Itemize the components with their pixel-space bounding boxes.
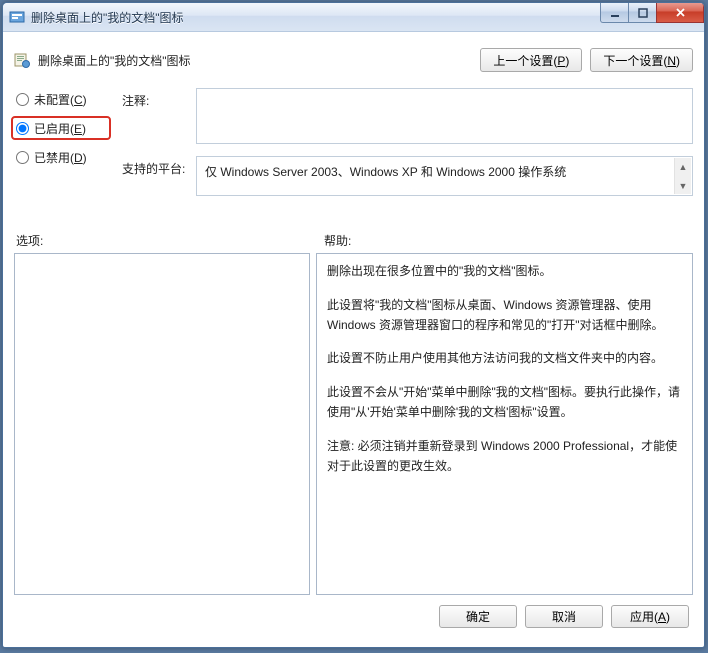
radio-not-configured[interactable]: 未配置(C) (14, 90, 108, 108)
platform-label: 支持的平台: (122, 156, 186, 177)
cancel-button[interactable]: 取消 (525, 605, 603, 628)
comment-input[interactable] (196, 88, 693, 144)
comment-row: 注释: (122, 88, 693, 144)
ok-button[interactable]: 确定 (439, 605, 517, 628)
header-row: 删除桌面上的"我的文档"图标 上一个设置(P) 下一个设置(N) (14, 42, 693, 78)
radio-disabled[interactable]: 已禁用(D) (14, 148, 108, 166)
options-label: 选项: (14, 232, 314, 249)
radio-not-configured-input[interactable] (16, 93, 29, 106)
help-paragraph: 此设置不会从"开始"菜单中删除"我的文档"图标。要执行此操作，请使用"从'开始'… (327, 383, 682, 423)
dialog-window: 删除桌面上的"我的文档"图标 删除桌面上的"我的文档"图标 上一个设置(P) 下… (2, 2, 705, 648)
section-labels: 选项: 帮助: (14, 232, 693, 249)
window-title: 删除桌面上的"我的文档"图标 (31, 9, 184, 26)
platform-row: 支持的平台: 仅 Windows Server 2003、Windows XP … (122, 156, 693, 196)
options-panel[interactable] (14, 253, 310, 595)
close-button[interactable] (656, 3, 704, 23)
help-paragraph: 此设置将"我的文档"图标从桌面、Windows 资源管理器、使用 Windows… (327, 296, 682, 336)
maximize-button[interactable] (628, 3, 657, 23)
radio-enabled-input[interactable] (16, 122, 29, 135)
minimize-button[interactable] (600, 3, 629, 23)
policy-icon (14, 52, 30, 68)
content-area: 删除桌面上的"我的文档"图标 上一个设置(P) 下一个设置(N) 未配置(C) … (3, 32, 704, 647)
help-label: 帮助: (314, 232, 693, 249)
help-panel[interactable]: 删除出现在很多位置中的"我的文档"图标。 此设置将"我的文档"图标从桌面、Win… (316, 253, 693, 595)
state-radios: 未配置(C) 已启用(E) 已禁用(D) (14, 88, 108, 196)
fields-column: 注释: 支持的平台: 仅 Windows Server 2003、Windows… (122, 88, 693, 196)
radio-enabled[interactable]: 已启用(E) (14, 119, 108, 137)
help-paragraph: 注意: 必须注销并重新登录到 Windows 2000 Professional… (327, 437, 682, 477)
next-setting-button[interactable]: 下一个设置(N) (590, 48, 693, 72)
titlebar[interactable]: 删除桌面上的"我的文档"图标 (3, 3, 704, 32)
apply-button[interactable]: 应用(A) (611, 605, 689, 628)
policy-title: 删除桌面上的"我的文档"图标 (38, 52, 191, 69)
dialog-footer: 确定 取消 应用(A) (14, 595, 693, 637)
platform-box: 仅 Windows Server 2003、Windows XP 和 Windo… (196, 156, 693, 196)
radio-disabled-input[interactable] (16, 151, 29, 164)
window-buttons (601, 3, 704, 23)
app-icon (9, 9, 25, 25)
platform-scrollbar[interactable]: ▲ ▼ (674, 158, 691, 194)
panels-row: 删除出现在很多位置中的"我的文档"图标。 此设置将"我的文档"图标从桌面、Win… (14, 253, 693, 595)
middle-section: 未配置(C) 已启用(E) 已禁用(D) 注释: 支持的平台: (14, 88, 693, 196)
help-paragraph: 删除出现在很多位置中的"我的文档"图标。 (327, 262, 682, 282)
comment-label: 注释: (122, 88, 186, 109)
previous-setting-button[interactable]: 上一个设置(P) (480, 48, 582, 72)
scroll-down-icon[interactable]: ▼ (675, 177, 691, 194)
platform-text: 仅 Windows Server 2003、Windows XP 和 Windo… (205, 165, 566, 179)
help-paragraph: 此设置不防止用户使用其他方法访问我的文档文件夹中的内容。 (327, 349, 682, 369)
scroll-up-icon[interactable]: ▲ (675, 158, 691, 175)
